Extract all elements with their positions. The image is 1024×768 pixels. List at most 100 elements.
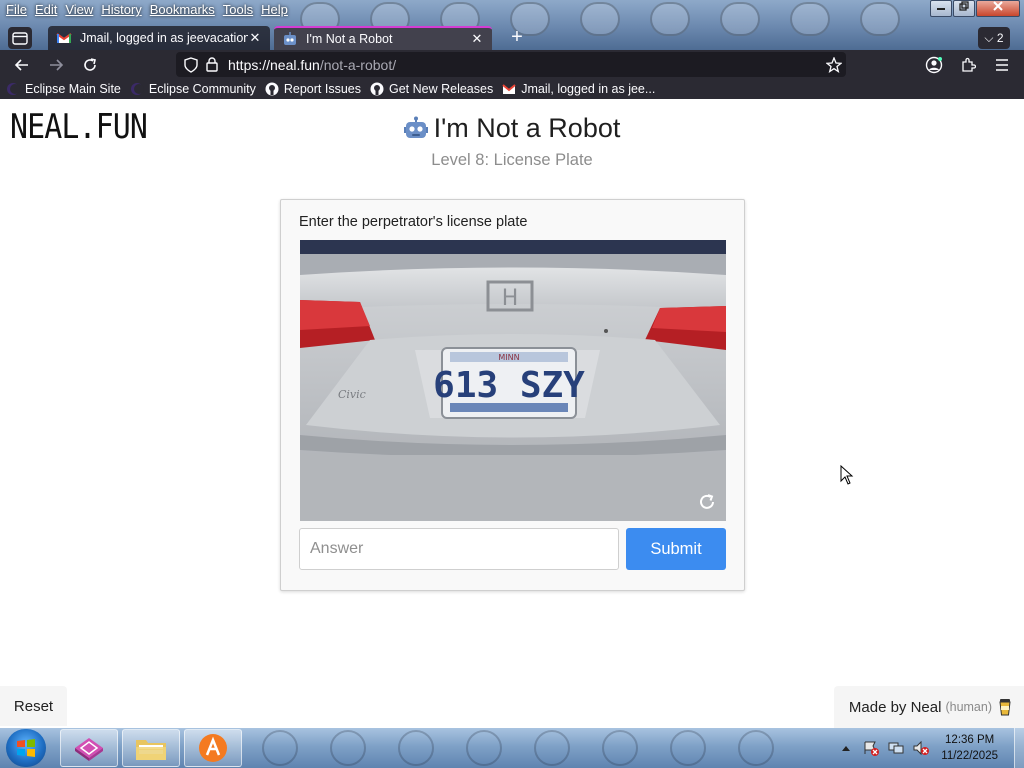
menu-bookmarks[interactable]: Bookmarks (146, 0, 219, 20)
wallpaper-figure (330, 730, 366, 766)
refresh-icon (700, 494, 714, 509)
bookmark-label: Report Issues (283, 82, 361, 96)
close-window-button[interactable] (976, 0, 1020, 17)
url-host: https://neal.fun (228, 56, 320, 73)
browser-window: File Edit View History Bookmarks Tools H… (0, 0, 1024, 99)
human-tag: (human) (945, 700, 992, 714)
title-bar: File Edit View History Bookmarks Tools H… (0, 0, 1024, 50)
bookmark-star-icon[interactable] (826, 56, 842, 73)
close-tab-icon[interactable]: ✕ (248, 30, 262, 46)
tab-title: I'm Not a Robot (306, 32, 393, 46)
tab-jmail[interactable]: Jmail, logged in as jeevacation@ ✕ (48, 26, 270, 50)
made-by-credit[interactable]: Made by Neal (human) (833, 686, 1024, 728)
reset-button[interactable]: Reset (0, 686, 67, 726)
captcha-prompt: Enter the perpetrator's license plate (299, 214, 528, 230)
bookmark-label: Eclipse Community (148, 82, 256, 96)
reload-button[interactable] (78, 53, 102, 77)
page-content: NEAL.FUN I'm Not a Robot Level 8: Licens… (0, 99, 1024, 728)
bookmark-eclipse-community[interactable]: Eclipse Community (130, 82, 256, 96)
minimize-button[interactable] (930, 0, 952, 17)
gmail-icon (56, 30, 72, 46)
account-icon (925, 56, 943, 74)
captcha-card: Enter the perpetrator's license plate MI… (280, 199, 745, 591)
mouse-cursor-icon (840, 464, 854, 488)
system-tray: 12:36 PM 11/22/2025 (837, 728, 1024, 768)
menu-edit[interactable]: Edit (31, 0, 61, 20)
wallpaper-figure (738, 730, 774, 766)
robot-icon (282, 31, 298, 47)
wallpaper-figure (466, 730, 502, 766)
menu-file[interactable]: File (2, 0, 31, 20)
new-tab-button[interactable]: + (506, 26, 528, 48)
wallpaper-figure (670, 730, 706, 766)
refresh-image-button[interactable] (696, 491, 718, 513)
tab-list-button[interactable]: ⌵ 2 (978, 27, 1010, 49)
menu-tools[interactable]: Tools (219, 0, 257, 20)
license-plate-image: MINN 613 SZY H Civic (300, 240, 726, 521)
svg-text:Civic: Civic (338, 388, 366, 401)
show-desktop-button[interactable] (1014, 728, 1024, 768)
level-subtitle: Level 8: License Plate (431, 150, 593, 169)
made-by-text: Made by Neal (848, 698, 942, 716)
tab-count: 2 (996, 31, 1004, 45)
address-bar[interactable]: https://neal.fun/not-a-robot/ (176, 52, 846, 77)
page-title: I'm Not a Robot (403, 113, 621, 144)
chevron-down-icon: ⌵ (984, 31, 994, 45)
back-button[interactable] (10, 53, 34, 77)
hamburger-menu-icon (996, 59, 1008, 71)
close-tab-icon[interactable]: ✕ (470, 31, 484, 47)
github-icon (370, 82, 384, 96)
menu-bar: File Edit View History Bookmarks Tools H… (0, 0, 292, 20)
bookmark-get-new-releases[interactable]: Get New Releases (370, 82, 493, 96)
answer-input[interactable] (299, 528, 619, 570)
app-cube-icon (75, 738, 103, 761)
reload-icon (84, 58, 96, 71)
show-hidden-icons-button[interactable] (837, 739, 855, 757)
avast-icon (199, 734, 227, 762)
taskbar-app-avast[interactable] (184, 729, 242, 767)
action-center-icon[interactable] (862, 739, 880, 757)
bookmark-jmail[interactable]: Jmail, logged in as jee... (502, 82, 655, 96)
volume-muted-icon[interactable] (912, 739, 930, 757)
taskbar: 12:36 PM 11/22/2025 (0, 728, 1024, 768)
app-menu-button[interactable] (990, 53, 1014, 77)
plus-icon: + (511, 26, 523, 48)
taskbar-app-eclipse[interactable] (60, 729, 118, 767)
submit-button[interactable]: Submit (626, 528, 726, 570)
list-all-tabs-button[interactable] (8, 27, 32, 49)
lock-icon[interactable] (206, 57, 218, 72)
wallpaper-figure (398, 730, 434, 766)
network-icon[interactable] (887, 739, 905, 757)
wallpaper-figure (262, 730, 298, 766)
start-button[interactable] (6, 729, 46, 767)
tab-not-a-robot[interactable]: I'm Not a Robot ✕ (274, 26, 492, 50)
folder-icon (136, 740, 166, 760)
forward-button[interactable] (44, 53, 68, 77)
taskbar-app-file-explorer[interactable] (122, 729, 180, 767)
wallpaper-figure (534, 730, 570, 766)
shield-icon[interactable] (184, 56, 198, 73)
restore-icon (959, 1, 969, 11)
tab-manager-icon (12, 32, 28, 45)
clock-time: 12:36 PM (945, 734, 995, 746)
bookmarks-toolbar: Eclipse Main Site Eclipse Community Repo… (0, 79, 1024, 99)
menu-view[interactable]: View (61, 0, 97, 20)
bookmark-label: Jmail, logged in as jee... (521, 82, 656, 96)
account-button[interactable] (922, 53, 946, 77)
svg-text:H: H (502, 286, 519, 311)
restore-button[interactable] (953, 0, 975, 17)
extensions-button[interactable] (956, 53, 980, 77)
bookmark-report-issues[interactable]: Report Issues (265, 82, 361, 96)
menu-help[interactable]: Help (257, 0, 292, 20)
clock[interactable]: 12:36 PM 11/22/2025 (941, 732, 998, 764)
menu-history[interactable]: History (97, 0, 145, 20)
back-arrow-icon (14, 59, 28, 71)
page-title-text: I'm Not a Robot (433, 113, 621, 143)
minimize-icon (937, 8, 945, 10)
forward-arrow-icon (50, 59, 64, 71)
clock-date: 11/22/2025 (941, 750, 998, 762)
wallpaper-figure (602, 730, 638, 766)
plate-number: 613 SZY (433, 365, 585, 406)
tab-strip: Jmail, logged in as jeevacation@ ✕ I'm N… (0, 26, 1024, 50)
bookmark-eclipse-main-site[interactable]: Eclipse Main Site (6, 82, 121, 96)
